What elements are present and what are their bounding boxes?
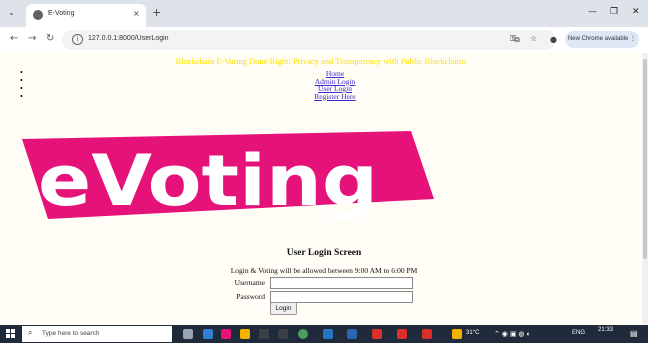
username-input[interactable] (270, 277, 413, 289)
tray-icons[interactable]: ⌃ ◉ ▣ ◍ ◐ (494, 330, 531, 338)
login-title: User Login Screen (286, 248, 362, 258)
tab-close-icon[interactable]: × (133, 9, 140, 18)
page-scrollbar[interactable] (642, 53, 648, 325)
taskbar-app-icon[interactable] (372, 329, 382, 339)
logo-text: eVoting (38, 140, 378, 221)
windows-start-icon[interactable] (6, 329, 16, 339)
page-content: Blockchain E-Voting Done Right: Privacy … (0, 53, 642, 325)
search-icon: ⌕ (28, 328, 33, 337)
taskbar-app-icon[interactable] (397, 329, 407, 339)
extensions-icon[interactable]: ⧉ (514, 35, 520, 45)
login-button[interactable]: Login (270, 302, 297, 315)
nav-link-register[interactable]: Register Here (300, 92, 370, 101)
scrollbar-thumb[interactable] (643, 59, 647, 259)
clock[interactable]: 21:33 (598, 327, 613, 333)
vscode-icon[interactable] (347, 329, 357, 339)
windows-taskbar: ⌕ Type here to search 31°C ⌃ ◉ ▣ ◍ ◐ ENG… (0, 325, 648, 343)
back-icon[interactable]: ← (10, 33, 18, 44)
window-close-icon[interactable]: ✕ (632, 7, 640, 17)
chrome-icon[interactable] (298, 329, 308, 339)
task-view-icon[interactable] (183, 329, 193, 339)
file-explorer-icon[interactable] (240, 329, 250, 339)
taskbar-search-placeholder: Type here to search (42, 330, 100, 337)
language-indicator[interactable]: ENG (572, 330, 585, 336)
taskbar-app-icon[interactable] (278, 329, 288, 339)
taskbar-app-icon[interactable] (259, 329, 269, 339)
nav-bullets: • • • • (20, 68, 23, 101)
chrome-favicon-icon (33, 10, 43, 20)
browser-tab-bar: ⌄ E-Voting × + — ❐ ✕ (0, 0, 648, 27)
update-chrome-label: New Chrome available (567, 36, 629, 42)
taskbar-app-icon[interactable] (323, 329, 333, 339)
notification-icon[interactable]: ▤ (630, 329, 638, 338)
taskbar-app-icon[interactable] (203, 329, 213, 339)
taskbar-app-icon[interactable] (422, 329, 432, 339)
tab-list-chevron-icon[interactable]: ⌄ (8, 8, 15, 17)
taskbar-search[interactable]: ⌕ Type here to search (22, 326, 172, 342)
address-bar[interactable]: i 127.0.0.1:8000/UserLogin ⚿ ☆ (62, 30, 556, 50)
evoting-logo: eVoting (22, 131, 434, 221)
tab-title: E-Voting (48, 10, 75, 17)
forward-icon[interactable]: → (28, 33, 36, 44)
taskbar-app-icon[interactable] (221, 329, 231, 339)
site-banner: Blockchain E-Voting Done Right: Privacy … (175, 56, 467, 66)
weather-temperature[interactable]: 31°C (466, 330, 479, 336)
maximize-icon[interactable]: ❐ (610, 7, 618, 17)
login-notice: Login & Voting will be allowed between 9… (230, 266, 418, 275)
nav-menu: Home Admin Login User Login Register Her… (300, 70, 370, 100)
password-label: Password (236, 292, 265, 301)
weather-icon[interactable] (452, 329, 462, 339)
bookmark-star-icon[interactable]: ☆ (530, 34, 537, 43)
update-chrome-button[interactable]: New Chrome available ⋮ (565, 31, 639, 48)
reload-icon[interactable]: ↻ (46, 33, 54, 44)
minimize-icon[interactable]: — (588, 7, 597, 17)
browser-tab[interactable]: E-Voting × (26, 4, 146, 27)
profile-icon[interactable]: ● (550, 35, 557, 44)
username-label: Username (234, 278, 265, 287)
new-tab-icon[interactable]: + (152, 6, 161, 19)
browser-toolbar: ← → ↻ i 127.0.0.1:8000/UserLogin ⚿ ☆ ⧉ ●… (0, 27, 648, 54)
site-info-icon[interactable]: i (72, 34, 83, 45)
url-text: 127.0.0.1:8000/UserLogin (88, 35, 169, 42)
